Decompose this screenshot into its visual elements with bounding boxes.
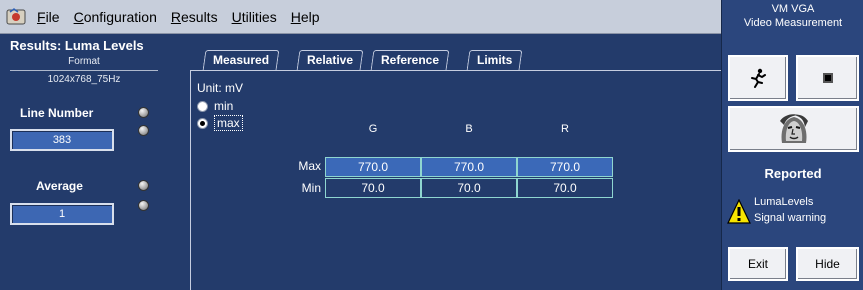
menu-results[interactable]: Results [164, 0, 225, 34]
instrument-title-line2: Video Measurement [743, 17, 843, 29]
running-man-icon [751, 68, 766, 88]
column-header-g: G [368, 123, 378, 135]
line-number-label: Line Number [20, 106, 94, 120]
tab-limits[interactable]: Limits [466, 50, 523, 70]
hide-button[interactable]: Hide [796, 247, 859, 281]
warning-line1: LumaLevels [754, 196, 814, 208]
line-number-knob-coarse[interactable] [138, 107, 149, 118]
warning-message: LumaLevels Signal warning [754, 194, 863, 226]
row-label-max: Max [298, 159, 321, 173]
average-label: Average [36, 179, 83, 193]
reported-label: Reported [764, 166, 822, 181]
format-divider [10, 70, 158, 71]
row-label-min: Min [301, 181, 321, 195]
tab-measured[interactable]: Measured [202, 50, 280, 70]
instrument-title: VM VGA Video Measurement [722, 2, 863, 30]
menu-utilities[interactable]: Utilities [225, 0, 284, 34]
radio-min-dot[interactable] [197, 100, 208, 112]
face-image-icon [773, 113, 814, 145]
radio-min[interactable]: min [197, 99, 233, 113]
radio-max[interactable]: max [197, 115, 243, 131]
results-title: Results: Luma Levels [10, 38, 144, 53]
menu-help[interactable]: Help [284, 0, 327, 34]
stop-icon [822, 73, 833, 83]
average-knob-fine[interactable] [138, 200, 149, 211]
limits-content: Unit: mV min max G B R Max 770.0 770.0 7… [190, 70, 721, 290]
min-r-cell[interactable]: 70.0 [517, 178, 613, 198]
tab-reference[interactable]: Reference [370, 50, 450, 70]
column-header-r: R [561, 123, 569, 135]
results-side-panel: Results: Luma Levels Format 1024x768_75H… [0, 34, 190, 290]
format-value: 1024x768_75Hz [47, 74, 121, 85]
average-knob-coarse[interactable] [138, 180, 149, 191]
warning-line2: Signal warning [754, 212, 827, 224]
unit-label: Unit: mV [197, 81, 244, 95]
menu-bar: File Configuration Results Utilities Hel… [0, 0, 721, 34]
min-b-cell[interactable]: 70.0 [421, 178, 517, 198]
average-field[interactable]: 1 [10, 203, 114, 225]
results-workarea: Results: Luma Levels Format 1024x768_75H… [0, 34, 721, 290]
application-window: File Configuration Results Utilities Hel… [0, 0, 721, 290]
stop-button[interactable] [796, 55, 859, 101]
run-button[interactable] [728, 55, 788, 101]
max-g-cell[interactable]: 770.0 [325, 157, 421, 177]
line-number-knob-fine[interactable] [138, 125, 149, 136]
radio-min-label: min [214, 99, 234, 113]
radio-max-label: max [214, 115, 243, 131]
tab-relative[interactable]: Relative [296, 50, 364, 70]
format-label: Format [68, 56, 100, 67]
warning-icon [727, 199, 751, 225]
max-r-cell[interactable]: 770.0 [517, 157, 613, 177]
line-number-field[interactable]: 383 [10, 129, 114, 151]
instrument-panel: VM VGA Video Measurement Reported LumaLe… [721, 0, 863, 290]
min-g-cell[interactable]: 70.0 [325, 178, 421, 198]
menu-file[interactable]: File [30, 0, 67, 34]
instrument-title-line1: VM VGA [771, 3, 815, 15]
results-tab-panel: Measured Relative Reference Limits Unit:… [190, 34, 721, 290]
app-logo-icon[interactable] [6, 7, 26, 27]
column-header-b: B [465, 123, 473, 135]
max-b-cell[interactable]: 770.0 [421, 157, 517, 177]
exit-button[interactable]: Exit [728, 247, 788, 281]
radio-max-dot[interactable] [197, 117, 208, 129]
menu-configuration[interactable]: Configuration [67, 0, 164, 34]
image-button[interactable] [728, 106, 859, 152]
